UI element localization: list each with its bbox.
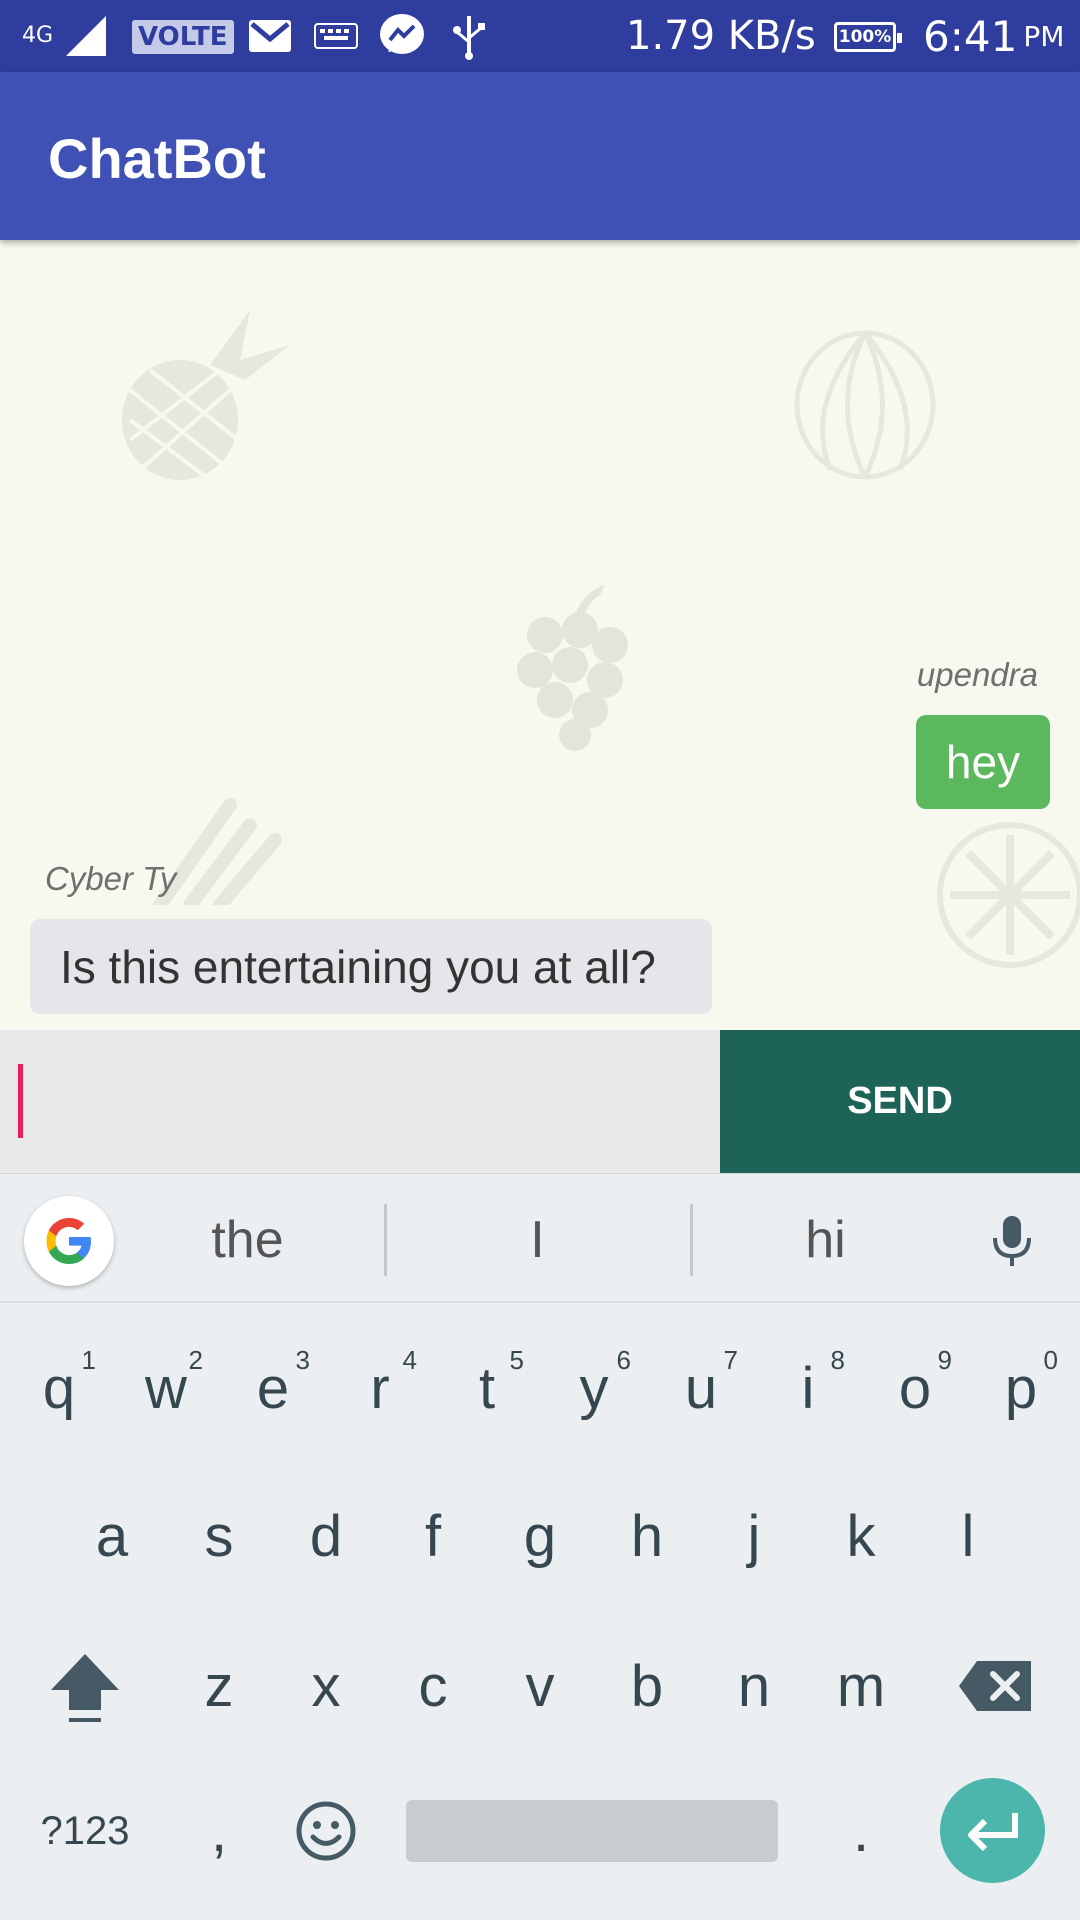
key-g[interactable]: g: [487, 1471, 593, 1601]
key-s[interactable]: s: [166, 1471, 272, 1601]
key-label: i: [801, 1355, 815, 1421]
key-u[interactable]: u7: [648, 1323, 754, 1453]
message-input[interactable]: [0, 1030, 720, 1173]
message-sender: Cyber Ty: [45, 860, 177, 897]
key-e[interactable]: e3: [220, 1323, 326, 1453]
key-x[interactable]: x: [273, 1621, 379, 1751]
emoji-icon[interactable]: [273, 1766, 379, 1896]
key-z[interactable]: z: [166, 1621, 272, 1751]
key-d[interactable]: d: [273, 1471, 379, 1601]
key-label: o: [898, 1355, 932, 1421]
signal-icon: [66, 14, 112, 58]
shift-icon[interactable]: [32, 1621, 138, 1751]
key-y[interactable]: y6: [541, 1323, 647, 1453]
google-icon[interactable]: [24, 1196, 114, 1286]
key-hint: 1: [81, 1345, 96, 1375]
suggestion-item[interactable]: I: [440, 1200, 635, 1280]
key-label: u: [684, 1355, 718, 1421]
key-hint: 0: [1043, 1345, 1058, 1375]
key-label: y: [579, 1355, 609, 1421]
watermelon-decoration: [794, 330, 936, 480]
key-label: r: [370, 1355, 390, 1421]
user-message-bubble[interactable]: hey: [916, 715, 1050, 809]
key-hint: 3: [295, 1345, 310, 1375]
key-t[interactable]: t5: [434, 1323, 540, 1453]
messenger-icon: [378, 14, 426, 58]
bot-message-bubble[interactable]: Is this entertaining you at all?: [30, 919, 712, 1014]
suggestion-divider: [384, 1204, 387, 1276]
network-type: 4G: [22, 23, 54, 48]
key-v[interactable]: v: [487, 1621, 593, 1751]
comma-key[interactable]: ,: [166, 1766, 272, 1896]
app-bar: ChatBot: [0, 72, 1080, 240]
period-key[interactable]: .: [808, 1766, 914, 1896]
key-j[interactable]: j: [701, 1471, 807, 1601]
key-label: t: [478, 1355, 496, 1421]
status-bar: 4G VOLTE 1.79 KB/s 100% 6:41 PM: [0, 0, 1080, 72]
key-m[interactable]: m: [808, 1621, 914, 1751]
app-title: ChatBot: [48, 127, 266, 190]
key-label: p: [1004, 1355, 1038, 1421]
key-hint: 8: [830, 1345, 845, 1375]
text-cursor: [18, 1064, 23, 1138]
message-sender: upendra: [916, 656, 1038, 693]
key-hint: 5: [509, 1345, 524, 1375]
citrus-decoration: [937, 822, 1080, 968]
send-button[interactable]: SEND: [720, 1030, 1080, 1173]
keyboard-icon: [314, 14, 358, 58]
backspace-icon[interactable]: [942, 1621, 1048, 1751]
key-p[interactable]: p0: [968, 1323, 1074, 1453]
grapes-decoration: [517, 585, 628, 751]
data-speed: 1.79 KB/s: [626, 13, 816, 59]
key-r[interactable]: r4: [327, 1323, 433, 1453]
key-i[interactable]: i8: [755, 1323, 861, 1453]
suggestion-divider: [690, 1204, 693, 1276]
key-f[interactable]: f: [380, 1471, 486, 1601]
key-label: w: [145, 1355, 187, 1421]
suggestion-item[interactable]: the: [150, 1200, 345, 1280]
clock-ampm: PM: [1023, 19, 1065, 53]
key-label: q: [42, 1355, 76, 1421]
key-q[interactable]: q1: [6, 1323, 112, 1453]
mic-icon[interactable]: [990, 1214, 1034, 1272]
chat-area[interactable]: upendra hey Cyber Ty Is this entertainin…: [0, 240, 1080, 1030]
key-hint: 6: [616, 1345, 631, 1375]
space-key[interactable]: [406, 1800, 778, 1862]
suggestion-item[interactable]: hi: [728, 1200, 923, 1280]
key-l[interactable]: l: [915, 1471, 1021, 1601]
usb-icon: [452, 14, 486, 60]
key-hint: 2: [188, 1345, 203, 1375]
key-b[interactable]: b: [594, 1621, 700, 1751]
key-hint: 7: [723, 1345, 738, 1375]
key-a[interactable]: a: [59, 1471, 165, 1601]
clock: 6:41 PM: [923, 11, 1065, 61]
key-n[interactable]: n: [701, 1621, 807, 1751]
key-hint: 4: [402, 1345, 417, 1375]
key-k[interactable]: k: [808, 1471, 914, 1601]
pineapple-decoration: [122, 310, 290, 482]
key-h[interactable]: h: [594, 1471, 700, 1601]
volte-badge: VOLTE: [132, 20, 234, 54]
key-hint: 9: [937, 1345, 952, 1375]
battery-icon: 100%: [834, 22, 902, 52]
key-label: e: [256, 1355, 290, 1421]
composer: SEND: [0, 1030, 1080, 1173]
symbols-key[interactable]: ?123: [32, 1766, 138, 1896]
gmail-icon: [248, 14, 292, 58]
enter-icon[interactable]: [940, 1778, 1045, 1883]
key-w[interactable]: w2: [113, 1323, 219, 1453]
key-c[interactable]: c: [380, 1621, 486, 1751]
suggestion-strip: the I hi: [0, 1173, 1080, 1303]
key-o[interactable]: o9: [862, 1323, 968, 1453]
keyboard: q1 w2 e3 r4 t5 y6 u7 i8 o9 p0 a s d f g …: [0, 1303, 1080, 1920]
clock-time: 6:41: [923, 11, 1018, 61]
